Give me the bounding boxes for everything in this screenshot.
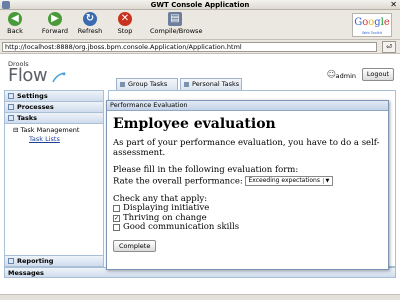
checkbox-checked-icon[interactable]: ✓: [113, 214, 120, 222]
google-logo: Google Web Toolkit: [352, 13, 392, 37]
tab-personal-tasks[interactable]: Personal Tasks: [180, 78, 242, 90]
processes-icon: [8, 104, 14, 110]
rating-row: Rate the overall performance: Exceeding …: [113, 175, 382, 187]
window-title: GWT Console Application: [150, 1, 250, 9]
status-bar: [0, 294, 400, 300]
back-arrow-icon: ◀: [8, 12, 22, 26]
back-button[interactable]: ◀ Back: [4, 12, 26, 35]
nav-processes[interactable]: Processes: [5, 102, 103, 113]
forward-arrow-icon: ▶: [48, 12, 62, 26]
address-bar: http://localhost:8888/org.jboss.bpm.cons…: [0, 40, 400, 54]
compile-icon: ▤: [168, 12, 182, 26]
compile-browse-button[interactable]: ▤ Compile/Browse: [150, 12, 202, 35]
tab-group-tasks[interactable]: Group Tasks: [116, 78, 178, 90]
fill-instruction: Please fill in the following evaluation …: [113, 165, 299, 175]
nav-tasks[interactable]: Tasks: [5, 113, 103, 124]
checkbox-unchecked-icon[interactable]: [113, 224, 120, 231]
close-icon[interactable]: ✕: [390, 0, 397, 10]
logout-button[interactable]: Logout: [362, 68, 394, 81]
nav-settings[interactable]: Settings: [5, 91, 103, 102]
tasks-icon: [8, 115, 14, 121]
username-label: admin: [335, 72, 356, 80]
window-titlebar: GWT Console Application ✕: [0, 0, 400, 10]
rating-label: Rate the overall performance:: [113, 176, 243, 186]
flow-swirl-icon: [52, 72, 66, 83]
url-input[interactable]: http://localhost:8888/org.jboss.bpm.cons…: [2, 42, 377, 52]
tab-icon: [184, 82, 189, 87]
tab-icon: [120, 82, 125, 87]
dialog-body: Employee evaluation As part of your perf…: [107, 111, 388, 256]
navigation-panel: Settings Processes Tasks ⊟ Task Manageme…: [4, 90, 104, 267]
performance-evaluation-dialog: Performance Evaluation Employee evaluati…: [106, 100, 389, 270]
google-sub-label: Web Toolkit: [362, 31, 382, 35]
browser-toolbar: ◀ Back ▶ Forward ↻ Refresh ✕ Stop ▤ Comp…: [0, 10, 400, 40]
checkbox-good-communication[interactable]: Good communication skills: [113, 222, 382, 233]
dropdown-arrow-icon: ▼: [322, 177, 331, 184]
stop-button[interactable]: ✕ Stop: [114, 12, 136, 35]
refresh-button[interactable]: ↻ Refresh: [76, 12, 104, 35]
nav-reporting[interactable]: Reporting: [5, 255, 103, 266]
complete-button[interactable]: Complete: [113, 239, 157, 252]
window-menu-icon[interactable]: [2, 1, 10, 9]
form-heading: Employee evaluation: [113, 116, 276, 132]
intro-text: As part of your performance evaluation, …: [113, 138, 380, 158]
user-icon: ☺: [326, 70, 336, 80]
checkbox-unchecked-icon[interactable]: [113, 205, 120, 212]
tree-node-task-management[interactable]: ⊟ Task Management: [9, 126, 99, 135]
task-tree: ⊟ Task Management Task Lists: [5, 124, 103, 146]
drools-flow-logo: Drools Flow: [8, 60, 68, 90]
dialog-title[interactable]: Performance Evaluation: [107, 101, 388, 111]
stop-icon: ✕: [118, 12, 132, 26]
reporting-icon: [8, 258, 14, 264]
go-button[interactable]: ⏎: [382, 41, 396, 53]
rating-select[interactable]: Exceeding expectations ▼: [245, 175, 333, 186]
refresh-icon: ↻: [83, 12, 97, 26]
tree-leaf-task-lists[interactable]: Task Lists: [9, 135, 99, 144]
settings-icon: [8, 93, 14, 99]
forward-button[interactable]: ▶ Forward: [40, 12, 70, 35]
